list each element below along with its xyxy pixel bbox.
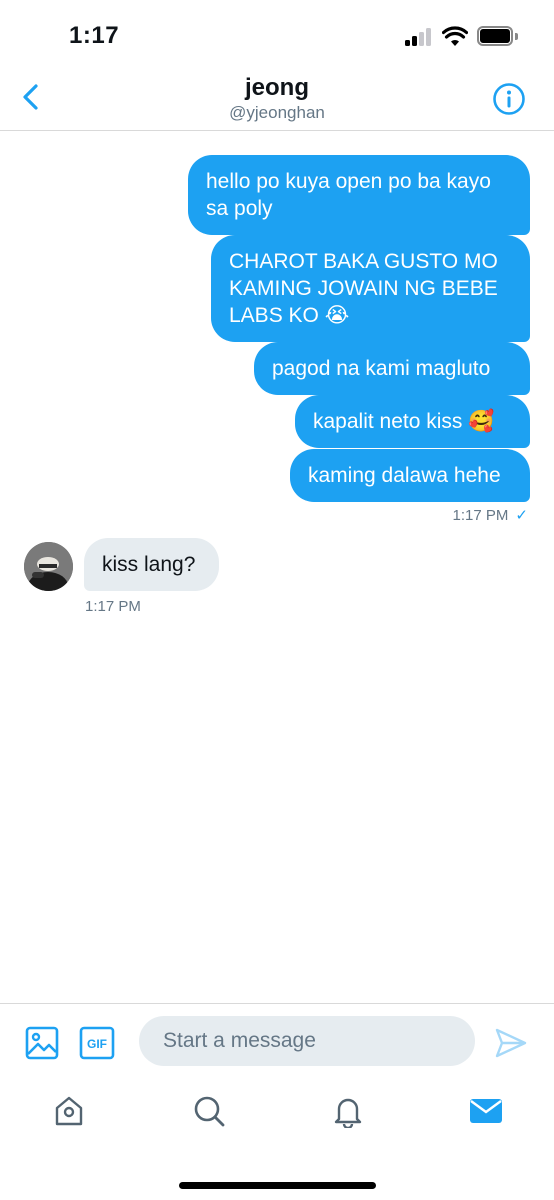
message-timestamp: 1:17 PM [85,598,141,615]
outgoing-message[interactable]: hello po kuya open po ba kayo sa poly [188,155,530,235]
outgoing-meta: 1:17 PM ✓ [452,506,528,525]
wifi-icon [442,26,468,46]
avatar[interactable] [24,542,73,591]
bell-icon[interactable] [331,1094,365,1128]
send-icon[interactable] [494,1026,528,1060]
message-input[interactable] [139,1016,475,1066]
outgoing-message[interactable]: pagod na kami magluto [254,342,530,395]
battery-icon [477,26,518,46]
home-indicator [179,1182,376,1189]
gif-icon[interactable]: GIF [79,1026,115,1060]
message-composer: GIF [0,1003,554,1079]
info-icon[interactable] [492,82,526,116]
contact-name: jeong [245,74,309,101]
outgoing-message[interactable]: kapalit neto kiss 🥰 [295,395,530,448]
contact-handle: @yjeonghan [229,103,325,122]
search-icon[interactable] [192,1094,226,1128]
status-time: 1:17 [69,22,120,49]
tab-bar [0,1079,554,1200]
outgoing-message[interactable]: CHAROT BAKA GUSTO MO KAMING JOWAIN NG BE… [211,235,530,342]
signal-icon [405,28,433,46]
outgoing-message[interactable]: kaming dalawa hehe [290,449,530,502]
incoming-message[interactable]: kiss lang? [84,538,219,591]
image-icon[interactable] [25,1026,59,1060]
mail-icon[interactable] [469,1094,503,1128]
read-check-icon: ✓ [515,507,528,524]
message-timestamp: 1:17 PM [452,506,509,524]
status-bar: 1:17 [0,0,554,70]
home-icon[interactable] [52,1094,86,1128]
gif-label: GIF [87,1037,107,1051]
conversation-header: jeong @yjeonghan [0,70,554,131]
